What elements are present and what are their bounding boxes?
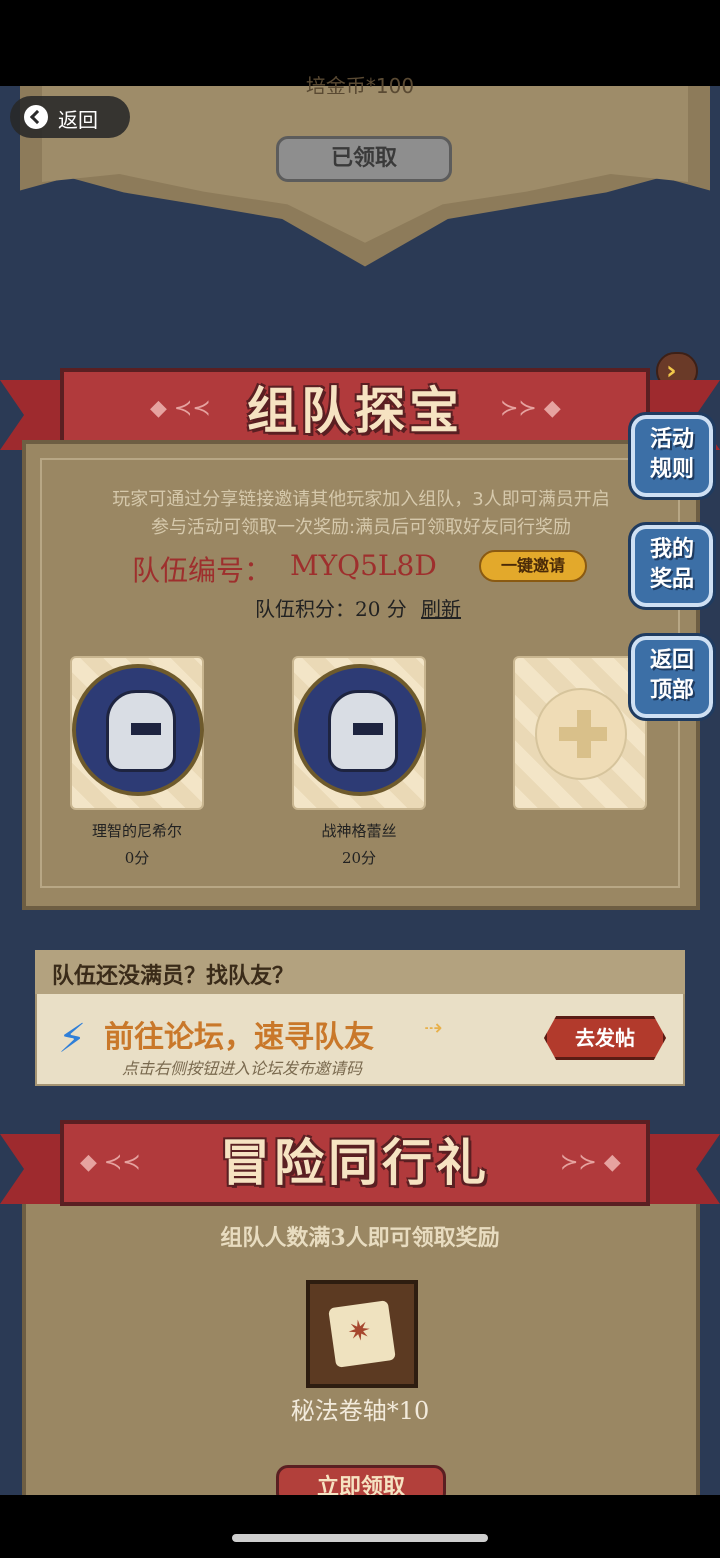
invite-button[interactable]: 一键邀请 [479, 550, 587, 582]
top-label-1: 返回 [649, 648, 694, 673]
back-button[interactable]: 返回 [10, 96, 130, 138]
prizes-label-1: 我的 [649, 537, 694, 562]
claimed-button[interactable]: 已领取 [276, 136, 452, 182]
team-description-line1: 玩家可通过分享链接邀请其他玩家加入组队，3人即可满员开启 [112, 489, 610, 510]
top-label-2: 顶部 [649, 678, 694, 703]
team-description: 玩家可通过分享链接邀请其他玩家加入组队，3人即可满员开启 参与活动可领取一次奖励… [56, 486, 666, 542]
team-id-value: MYQ5L8D [290, 549, 437, 582]
top-reward-label: 培金币*100 [305, 74, 415, 94]
refresh-link[interactable]: 刷新 [421, 593, 461, 622]
double-arrow-icon: ⇢ [424, 1016, 443, 1041]
team-id-label: 队伍编号： [132, 554, 273, 587]
plus-icon [535, 688, 627, 780]
home-indicator[interactable] [232, 1534, 488, 1542]
member-score: 20分 [341, 849, 377, 867]
avatar [294, 664, 426, 796]
reward-item-frame [306, 1280, 418, 1388]
activity-rules-button[interactable]: 活动 规则 [628, 412, 716, 500]
team-score-label: 队伍积分： [255, 597, 355, 621]
adventure-description: 组队人数满3人即可领取奖励 [220, 1225, 500, 1251]
system-nav-bar [0, 1495, 720, 1558]
go-post-button[interactable]: 去发帖 [544, 1016, 666, 1060]
prizes-label-2: 奖品 [649, 567, 694, 592]
forum-header-text: 队伍还没满员？找队友？ [52, 964, 295, 989]
my-prizes-button[interactable]: 我的 奖品 [628, 522, 716, 610]
avatar [72, 664, 204, 796]
back-to-top-button[interactable]: 返回 顶部 [628, 633, 716, 721]
member-name: 理智的尼希尔 [91, 822, 182, 840]
rules-label-2: 规则 [649, 457, 694, 482]
lightning-icon: ⚡ [58, 1016, 87, 1062]
knight-helmet-icon [106, 690, 176, 772]
ribbon-tail-right [640, 1134, 720, 1204]
back-label: 返回 [58, 108, 98, 132]
member-card[interactable] [70, 656, 204, 810]
adventure-section-title: 冒险同行礼 [220, 1134, 490, 1192]
member-card[interactable] [292, 656, 426, 810]
reward-label: 秘法卷轴*10 [290, 1397, 430, 1425]
add-member-slot[interactable] [513, 656, 647, 810]
forum-title[interactable]: 前往论坛，速寻队友 [104, 1012, 374, 1056]
scroll-icon [328, 1300, 396, 1368]
member-name: 战神格蕾丝 [321, 822, 397, 840]
team-description-line2: 参与活动可领取一次奖励:满员后可领取好友同行奖励 [150, 517, 572, 538]
member-score: 0分 [124, 849, 150, 867]
chevron-left-icon [24, 105, 48, 129]
team-score-value: 20 分 [355, 597, 407, 621]
rules-label-1: 活动 [649, 427, 694, 452]
forum-subtitle: 点击右侧按钮进入论坛发布邀请码 [122, 1059, 363, 1078]
knight-helmet-icon [328, 690, 398, 772]
team-score: 队伍积分：20 分 [255, 593, 407, 622]
